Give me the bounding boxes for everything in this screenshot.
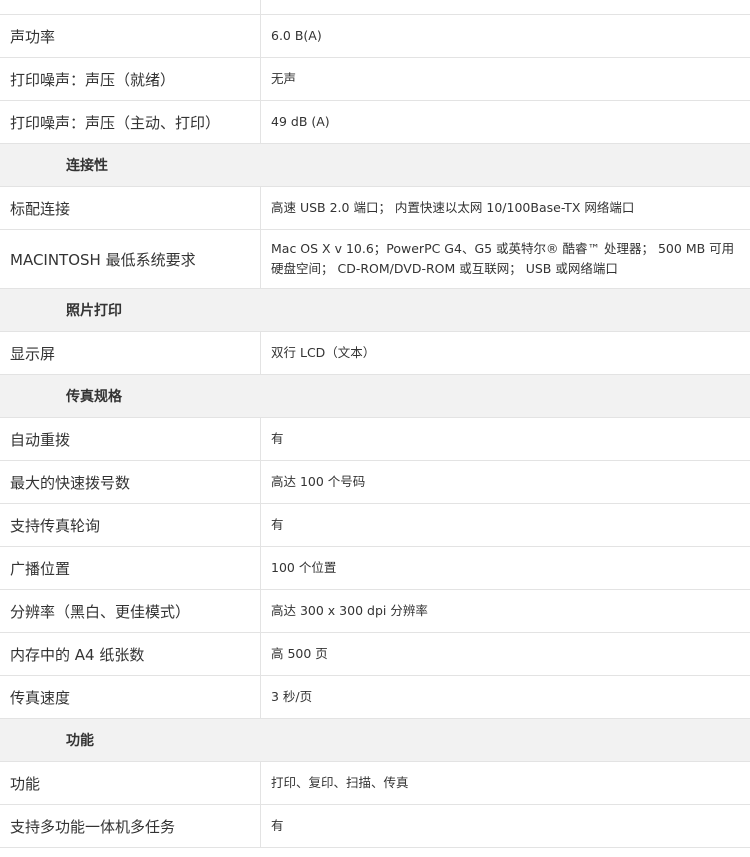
spec-value: 3 秒/页 bbox=[271, 689, 313, 704]
spec-label: 打印噪声：声压（就绪） bbox=[0, 58, 261, 100]
table-row: 自动重拨 有 bbox=[0, 418, 750, 461]
spec-value: 双行 LCD（文本） bbox=[271, 345, 376, 360]
spec-label: 支持多功能一体机多任务 bbox=[0, 805, 261, 847]
spec-label: 分辨率（黑白、更佳模式） bbox=[0, 590, 261, 632]
spec-table: 声功率 6.0 B(A) 打印噪声：声压（就绪） 无声 打印噪声：声压（主动、打… bbox=[0, 0, 750, 848]
spec-value: 打印、复印、扫描、传真 bbox=[271, 775, 409, 790]
spec-label: 自动重拨 bbox=[0, 418, 261, 460]
section-header-connectivity: 连接性 bbox=[0, 144, 750, 187]
section-header-photo-printing: 照片打印 bbox=[0, 289, 750, 332]
table-row: 传真速度 3 秒/页 bbox=[0, 676, 750, 719]
spec-label: MACINTOSH 最低系统要求 bbox=[0, 230, 261, 288]
table-row: 声功率 6.0 B(A) bbox=[0, 15, 750, 58]
spec-label: 广播位置 bbox=[0, 547, 261, 589]
table-row: 显示屏 双行 LCD（文本） bbox=[0, 332, 750, 375]
spec-value: Mac OS X v 10.6；PowerPC G4、G5 或英特尔® 酷睿™ … bbox=[271, 241, 735, 276]
spec-value: 高速 USB 2.0 端口； 内置快速以太网 10/100Base-TX 网络端… bbox=[271, 200, 635, 215]
spec-label: 打印噪声：声压（主动、打印） bbox=[0, 101, 261, 143]
table-row: 内存中的 A4 纸张数 高 500 页 bbox=[0, 633, 750, 676]
spec-value: 高达 300 x 300 dpi 分辨率 bbox=[271, 603, 428, 618]
spec-value: 无声 bbox=[271, 71, 297, 86]
table-row: 支持传真轮询 有 bbox=[0, 504, 750, 547]
section-title: 功能 bbox=[66, 733, 94, 749]
spec-label: 内存中的 A4 纸张数 bbox=[0, 633, 261, 675]
spec-value: 有 bbox=[271, 431, 284, 446]
spec-value: 100 个位置 bbox=[271, 560, 337, 575]
spec-value: 有 bbox=[271, 517, 284, 532]
spec-value: 高达 100 个号码 bbox=[271, 474, 366, 489]
section-title: 连接性 bbox=[66, 158, 108, 174]
label-cell-stub bbox=[0, 0, 261, 14]
table-row: 打印噪声：声压（主动、打印） 49 dB (A) bbox=[0, 101, 750, 144]
table-row: 打印噪声：声压（就绪） 无声 bbox=[0, 58, 750, 101]
spec-value: 高 500 页 bbox=[271, 646, 328, 661]
table-row: 支持多功能一体机多任务 有 bbox=[0, 805, 750, 848]
table-row: MACINTOSH 最低系统要求 Mac OS X v 10.6；PowerPC… bbox=[0, 230, 750, 289]
spec-value: 49 dB (A) bbox=[271, 114, 330, 129]
table-row: 最大的快速拨号数 高达 100 个号码 bbox=[0, 461, 750, 504]
table-row: 标配连接 高速 USB 2.0 端口； 内置快速以太网 10/100Base-T… bbox=[0, 187, 750, 230]
table-row: 广播位置 100 个位置 bbox=[0, 547, 750, 590]
table-row: 功能 打印、复印、扫描、传真 bbox=[0, 762, 750, 805]
spec-label: 标配连接 bbox=[0, 187, 261, 229]
spec-label: 最大的快速拨号数 bbox=[0, 461, 261, 503]
spec-label: 显示屏 bbox=[0, 332, 261, 374]
section-title: 照片打印 bbox=[66, 303, 122, 319]
spec-label: 传真速度 bbox=[0, 676, 261, 718]
spec-label: 声功率 bbox=[0, 15, 261, 57]
section-header-features: 功能 bbox=[0, 719, 750, 762]
section-title: 传真规格 bbox=[66, 389, 122, 405]
spec-value: 6.0 B(A) bbox=[271, 28, 322, 43]
section-header-fax-specs: 传真规格 bbox=[0, 375, 750, 418]
table-row-stub bbox=[0, 0, 750, 15]
spec-label: 功能 bbox=[0, 762, 261, 804]
spec-label: 支持传真轮询 bbox=[0, 504, 261, 546]
spec-value: 有 bbox=[271, 818, 284, 833]
table-row: 分辨率（黑白、更佳模式） 高达 300 x 300 dpi 分辨率 bbox=[0, 590, 750, 633]
